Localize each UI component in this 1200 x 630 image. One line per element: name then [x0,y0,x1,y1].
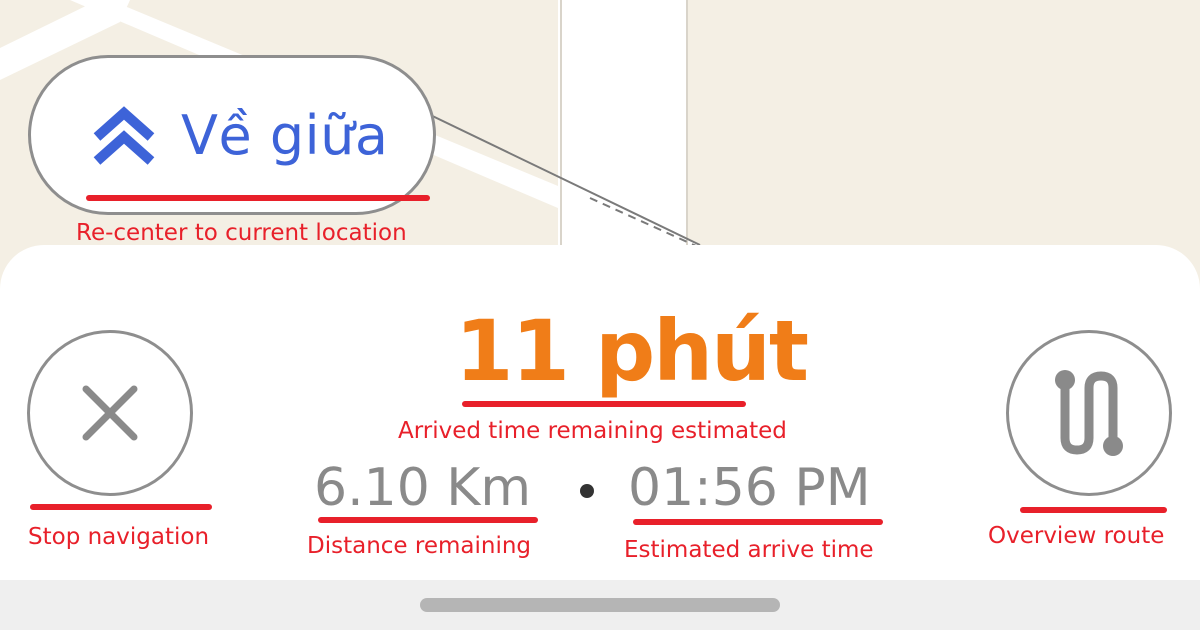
recenter-button[interactable]: Về giữa [28,55,436,215]
annotation-underline-recenter [86,195,430,201]
annotation-distance: Distance remaining [307,533,532,559]
annotation-stop: Stop navigation [28,524,210,550]
annotation-overview: Overview route [988,523,1165,549]
separator-dot [580,484,594,498]
recenter-label: Về giữa [181,103,389,167]
annotation-arrival: Estimated arrive time [624,537,874,563]
annotation-underline-eta [462,401,746,407]
stop-navigation-button[interactable] [27,330,193,496]
route-overview-icon [1055,370,1123,456]
arrival-time: 01:56 PM [628,458,871,518]
overview-route-button[interactable] [1006,330,1172,496]
distance-remaining: 6.10 Km [314,458,532,518]
annotation-eta: Arrived time remaining estimated [398,418,787,444]
annotation-underline-stop [30,504,212,510]
annotation-underline-overview [1020,507,1167,513]
close-icon [82,385,138,441]
annotation-recenter: Re-center to current location [76,220,407,246]
annotation-underline-distance [318,517,538,523]
home-indicator[interactable] [420,598,780,612]
eta-remaining: 11 phút [455,302,809,400]
annotation-underline-arrival [633,519,883,525]
double-chevron-up-icon [93,106,155,165]
